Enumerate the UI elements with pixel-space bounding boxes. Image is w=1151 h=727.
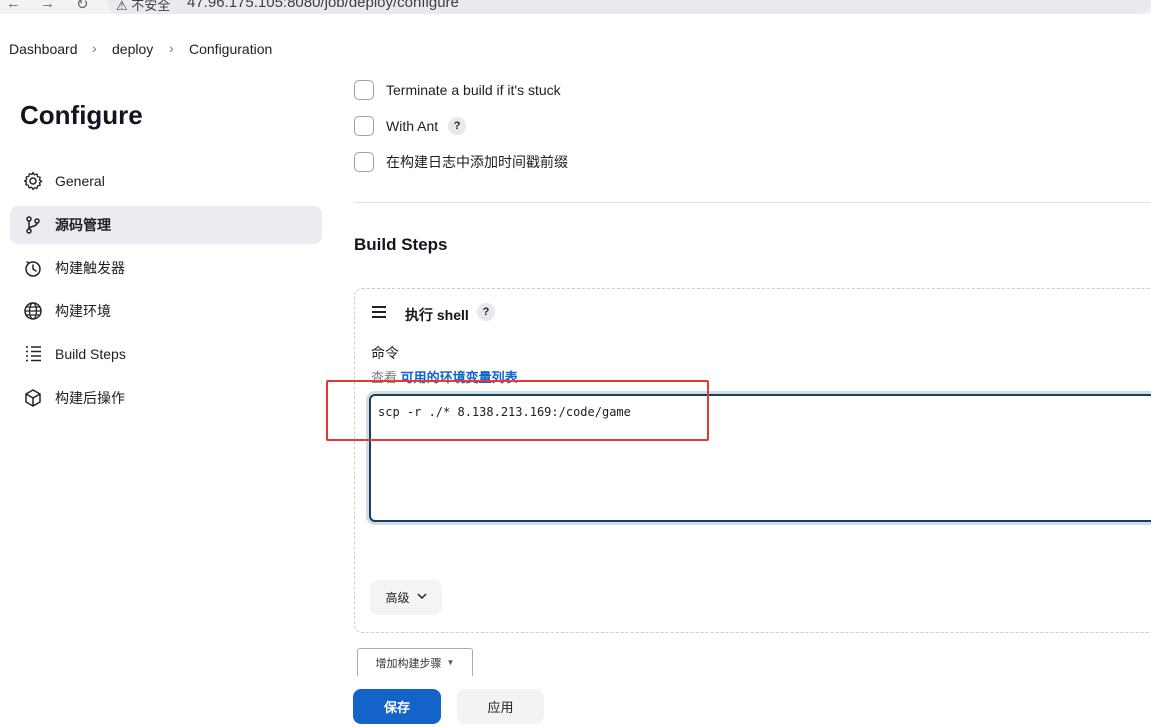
help-icon[interactable]: ? bbox=[448, 117, 467, 135]
apply-button[interactable]: 应用 bbox=[457, 689, 544, 724]
timer-icon bbox=[23, 258, 43, 278]
save-button[interactable]: 保存 bbox=[353, 689, 441, 724]
sidebar-item-build-triggers[interactable]: 构建触发器 bbox=[10, 249, 322, 287]
section-title-build-steps: Build Steps bbox=[354, 235, 448, 254]
breadcrumb: Dashboard › deploy › Configuration bbox=[0, 14, 1151, 72]
source-branch-icon bbox=[23, 215, 43, 235]
url-text[interactable]: 47.96.175.105:8080/job/deploy/configure bbox=[187, 0, 459, 11]
security-indicator[interactable]: ⚠ 不安全 bbox=[116, 0, 170, 14]
arrow-right-icon[interactable]: → bbox=[40, 0, 55, 12]
footer-bar bbox=[0, 676, 1151, 727]
breadcrumb-configuration[interactable]: Configuration bbox=[189, 41, 272, 57]
globe-icon bbox=[23, 301, 43, 321]
checkbox-label: Terminate a build if it's stuck bbox=[386, 82, 561, 98]
sidebar-item-label: 构建后操作 bbox=[55, 390, 125, 406]
sidebar-item-label: Build Steps bbox=[55, 346, 126, 362]
add-build-step-label: 增加构建步骤 bbox=[375, 657, 442, 670]
checkbox-label: With Ant bbox=[386, 118, 439, 134]
chevron-right-icon: › bbox=[169, 40, 174, 56]
sidebar-item-label: 构建环境 bbox=[55, 303, 111, 319]
browser-toolbar: ← → ↻ ⚠ 不安全 47.96.175.105:8080/job/deplo… bbox=[0, 0, 1151, 14]
add-build-step-button[interactable]: 增加构建步骤 ▼ bbox=[357, 648, 473, 676]
chevron-down-icon bbox=[416, 592, 427, 603]
breadcrumb-dashboard[interactable]: Dashboard bbox=[9, 41, 78, 57]
option-with-ant[interactable]: With Ant ? bbox=[354, 116, 467, 136]
command-label: 命令 bbox=[371, 345, 399, 361]
annotation-highlight bbox=[326, 380, 709, 441]
sidebar-item-label: 源码管理 bbox=[55, 217, 111, 233]
chevron-right-icon: › bbox=[92, 40, 97, 56]
caret-down-icon: ▼ bbox=[446, 658, 455, 667]
reload-icon[interactable]: ↻ bbox=[76, 0, 89, 13]
checkbox[interactable] bbox=[354, 80, 374, 100]
drag-handle-icon[interactable] bbox=[372, 306, 386, 321]
section-divider bbox=[354, 202, 1151, 203]
package-icon bbox=[23, 388, 43, 408]
option-terminate-stuck[interactable]: Terminate a build if it's stuck bbox=[354, 80, 561, 100]
gear-icon bbox=[23, 171, 43, 191]
option-timestamps[interactable]: 在构建日志中添加时间戳前缀 bbox=[354, 152, 568, 172]
advanced-label: 高级 bbox=[385, 591, 410, 605]
advanced-button[interactable]: 高级 bbox=[370, 580, 442, 615]
checkbox-label: 在构建日志中添加时间戳前缀 bbox=[386, 154, 568, 170]
arrow-left-icon[interactable]: ← bbox=[6, 0, 21, 12]
sidebar-item-general[interactable]: General bbox=[10, 162, 322, 200]
sidebar-item-label: General bbox=[55, 173, 105, 189]
sidebar-item-build-environment[interactable]: 构建环境 bbox=[10, 292, 322, 330]
help-icon[interactable]: ? bbox=[477, 303, 495, 321]
page-title: Configure bbox=[20, 100, 143, 130]
sidebar-item-post-build[interactable]: 构建后操作 bbox=[10, 379, 322, 417]
list-icon bbox=[23, 344, 43, 364]
sidebar-item-label: 构建触发器 bbox=[55, 260, 125, 276]
checkbox[interactable] bbox=[354, 152, 374, 172]
build-step-title: 执行 shell bbox=[405, 307, 469, 323]
sidebar-item-source-management[interactable]: 源码管理 bbox=[10, 206, 322, 244]
checkbox[interactable] bbox=[354, 116, 374, 136]
sidebar-item-build-steps[interactable]: Build Steps bbox=[10, 335, 322, 373]
breadcrumb-deploy[interactable]: deploy bbox=[112, 41, 153, 57]
